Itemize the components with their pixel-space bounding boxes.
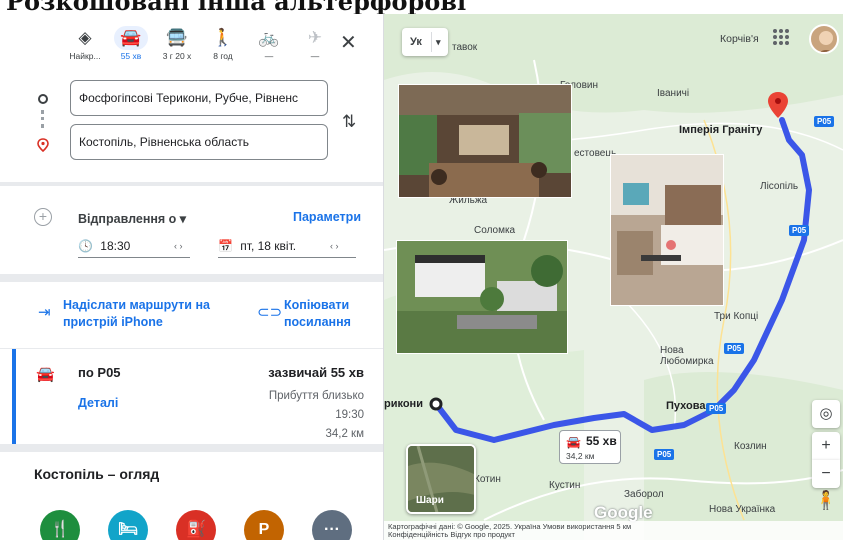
walk-icon: 🚶 xyxy=(212,28,234,47)
selected-bar xyxy=(12,349,16,445)
map-label: рикони xyxy=(384,398,423,410)
mode-best[interactable]: ◈ Найкр... xyxy=(62,26,108,61)
divider xyxy=(0,274,383,282)
copy-link-button[interactable]: Копіювати посилання xyxy=(284,297,364,331)
road-shield: P05 xyxy=(789,225,810,236)
route-option[interactable]: 🚘 по P05 Деталі зазвичай 55 хв Прибуття … xyxy=(0,348,383,445)
car-icon: 🚘 xyxy=(114,26,148,50)
time-arrows-icon: ‹ › xyxy=(174,241,183,251)
zoom-in-button[interactable]: + xyxy=(812,432,840,460)
departure-section: + Відправлення о ▾ Параметри 🕓 18:30 ‹ ›… xyxy=(0,186,383,274)
close-icon[interactable]: ✕ xyxy=(340,30,357,55)
share-section: ⇥ Надіслати маршрути на пристрій iPhone … xyxy=(0,282,383,344)
hotel-lobby-photo xyxy=(398,84,572,198)
destination-pin-icon xyxy=(37,138,49,152)
street-view-icon[interactable]: 🧍 xyxy=(812,486,840,514)
car-icon: 🚘 xyxy=(566,435,581,449)
road-shield: P05 xyxy=(724,343,745,354)
language-dropdown[interactable]: Ук ▾ xyxy=(402,28,448,56)
apps-grid-icon[interactable] xyxy=(772,28,790,46)
map-label: Іваничі xyxy=(657,88,690,99)
options-link[interactable]: Параметри xyxy=(293,210,361,224)
map[interactable]: тавок Головин Іваничі Імперія Граніту ес… xyxy=(384,0,843,540)
date-arrows-icon: ‹ › xyxy=(330,241,339,251)
route-duration: зазвичай 55 хв xyxy=(268,365,364,380)
time-picker[interactable]: 🕓 18:30 ‹ › xyxy=(78,236,190,258)
departure-dropdown[interactable]: Відправлення о ▾ xyxy=(78,211,186,226)
details-link[interactable]: Деталі xyxy=(78,396,118,410)
transit-icon: 🚍 xyxy=(166,28,188,47)
route-distance: 34,2 км xyxy=(325,428,364,440)
map-label: Три Копці xyxy=(714,311,759,322)
zoom-out-button[interactable]: − xyxy=(812,460,840,488)
restaurant-icon[interactable]: 🍴 xyxy=(40,510,80,540)
map-label: Козлин xyxy=(734,441,767,452)
map-label: тавок xyxy=(452,42,478,53)
avatar[interactable] xyxy=(809,24,839,54)
origin-input[interactable]: Фосфогіпсові Терикони, Рубче, Рівненс xyxy=(70,80,328,116)
separator xyxy=(431,32,432,52)
my-location-icon[interactable]: ◎ xyxy=(812,400,840,428)
travel-modes: ◈ Найкр... 🚘 55 хв 🚍 3 г 20 х 🚶 8 год 🚲 … xyxy=(0,14,383,72)
map-footer: Картографічні дані: © Google, 2025. Укра… xyxy=(384,521,843,540)
hotel-room-photo xyxy=(610,154,724,306)
mode-car[interactable]: 🚘 55 хв xyxy=(108,26,154,61)
google-logo: Google xyxy=(594,503,653,522)
date-picker[interactable]: 📅 пт, 18 квіт. ‹ › xyxy=(218,236,356,258)
chevron-down-icon: ▾ xyxy=(436,37,441,47)
layers-button[interactable]: Шари xyxy=(406,444,476,514)
send-to-iphone-link[interactable]: Надіслати маршрути на пристрій iPhone xyxy=(63,297,243,331)
road-shield: P05 xyxy=(654,449,675,460)
gas-icon[interactable]: ⛽ xyxy=(176,510,216,540)
send-to-phone-icon: ⇥ xyxy=(38,304,51,321)
map-label: Заборол xyxy=(624,489,664,500)
duration-text: 55 хв xyxy=(586,434,617,448)
map-label: Нова Українка xyxy=(709,504,776,515)
swap-icon[interactable]: ⇅ xyxy=(342,112,356,132)
distance-text: 34,2 км xyxy=(566,451,595,461)
account-place: Корчів'я xyxy=(720,33,759,45)
road-shield: P05 xyxy=(814,116,835,127)
origin-dot-icon xyxy=(38,94,48,104)
language-label: Ук xyxy=(410,36,422,48)
mode-transit[interactable]: 🚍 3 г 20 х xyxy=(154,26,200,61)
best-route-icon: ◈ xyxy=(78,28,92,47)
arrival-label: Прибуття близько xyxy=(268,390,364,402)
layers-label: Шари xyxy=(416,495,444,506)
map-label: Кустин xyxy=(549,480,581,491)
calendar-icon: 📅 xyxy=(218,239,233,253)
route-via: по P05 xyxy=(78,365,121,380)
overview-title: Костопіль – огляд xyxy=(34,466,160,482)
mode-bike[interactable]: 🚲 — xyxy=(246,26,292,61)
more-icon[interactable]: ··· xyxy=(312,510,352,540)
arrival-time: 19:30 xyxy=(335,409,364,421)
route-duration-label: 🚘 55 хв 34,2 км xyxy=(559,430,621,464)
road-shield: P05 xyxy=(706,403,727,414)
footer-links[interactable]: Конфіденційність Відгук про продукт xyxy=(388,531,839,539)
map-label: Нова Любомирка xyxy=(660,345,714,367)
map-label: Пухова xyxy=(666,400,706,412)
link-icon: ⊂⊃ xyxy=(257,304,283,321)
mode-flight[interactable]: ✈ — xyxy=(292,26,338,61)
car-icon: 🚘 xyxy=(36,366,55,383)
clock-icon: 🕓 xyxy=(78,239,93,253)
add-stop-icon[interactable]: + xyxy=(34,208,52,226)
arrival-info: Прибуття близько 19:30 34,2 км xyxy=(269,387,364,444)
directions-panel: ◈ Найкр... 🚘 55 хв 🚍 3 г 20 х 🚶 8 год 🚲 … xyxy=(0,14,384,540)
hotel-exterior-photo xyxy=(396,240,568,354)
map-label: Котин xyxy=(474,474,501,485)
flight-icon: ✈ xyxy=(307,28,323,47)
mode-walk[interactable]: 🚶 8 год xyxy=(200,26,246,61)
hotel-icon[interactable]: 🛏 xyxy=(108,510,148,540)
route-inputs: Фосфогіпсові Терикони, Рубче, Рівненс Ко… xyxy=(0,72,383,182)
parking-icon[interactable]: P xyxy=(244,510,284,540)
divider xyxy=(0,444,383,452)
map-label: Імперія Граніту xyxy=(679,124,763,136)
route-dots xyxy=(41,110,45,128)
bike-icon: 🚲 xyxy=(258,28,280,47)
top-caption: Розкошовані інша альтерфоровї xyxy=(0,0,843,14)
destination-input[interactable]: Костопіль, Рівненська область xyxy=(70,124,328,160)
map-label: Лісопіль xyxy=(760,181,799,192)
map-label: Соломка xyxy=(474,225,516,236)
